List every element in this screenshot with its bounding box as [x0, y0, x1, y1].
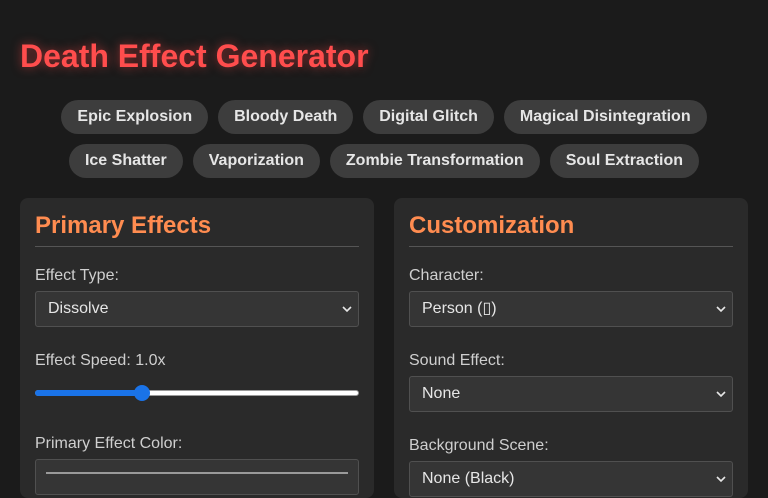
preset-zombie-transformation-button[interactable]: Zombie Transformation [329, 144, 540, 178]
primary-effects-title: Primary Effects [35, 212, 359, 247]
chevron-down-icon [716, 391, 726, 398]
effect-type-value: Dissolve [48, 300, 109, 317]
primary-effects-panel: Primary Effects Effect Type: Dissolve Ef… [20, 198, 374, 498]
preset-bloody-death-button[interactable]: Bloody Death [218, 100, 354, 134]
page-title: Death Effect Generator [20, 38, 369, 74]
background-scene-label: Background Scene: [409, 437, 549, 454]
effect-type-label: Effect Type: [35, 267, 119, 284]
customization-panel: Customization Character: Person (▯) Soun… [394, 198, 748, 498]
preset-soul-extraction-button[interactable]: Soul Extraction [549, 144, 700, 178]
preset-epic-explosion-button[interactable]: Epic Explosion [61, 100, 209, 134]
preset-buttons: Epic Explosion Bloody Death Digital Glit… [0, 100, 768, 188]
preset-vaporization-button[interactable]: Vaporization [192, 144, 320, 178]
slider-fill [35, 390, 142, 396]
color-swatch [46, 472, 348, 474]
preset-row-1: Epic Explosion Bloody Death Digital Glit… [0, 100, 768, 134]
character-select[interactable]: Person (▯) [409, 291, 733, 327]
preset-digital-glitch-button[interactable]: Digital Glitch [363, 100, 494, 134]
chevron-down-icon [716, 476, 726, 483]
character-value: Person (▯) [422, 300, 497, 317]
chevron-down-icon [716, 306, 726, 313]
primary-color-input[interactable] [35, 459, 359, 495]
preset-row-2: Ice Shatter Vaporization Zombie Transfor… [0, 144, 768, 178]
background-scene-value: None (Black) [422, 470, 515, 487]
character-label: Character: [409, 267, 484, 284]
slider-thumb[interactable] [133, 385, 150, 401]
preset-magical-disintegration-button[interactable]: Magical Disintegration [503, 100, 707, 134]
effect-speed-label: Effect Speed: 1.0x [35, 352, 166, 369]
preset-ice-shatter-button[interactable]: Ice Shatter [68, 144, 183, 178]
effect-type-select[interactable]: Dissolve [35, 291, 359, 327]
sound-effect-select[interactable]: None [409, 376, 733, 412]
sound-effect-value: None [422, 385, 461, 402]
chevron-down-icon [342, 306, 352, 313]
sound-effect-label: Sound Effect: [409, 352, 505, 369]
background-scene-select[interactable]: None (Black) [409, 461, 733, 497]
customization-title: Customization [409, 212, 733, 247]
primary-color-label: Primary Effect Color: [35, 435, 183, 452]
effect-speed-slider[interactable] [35, 385, 359, 401]
